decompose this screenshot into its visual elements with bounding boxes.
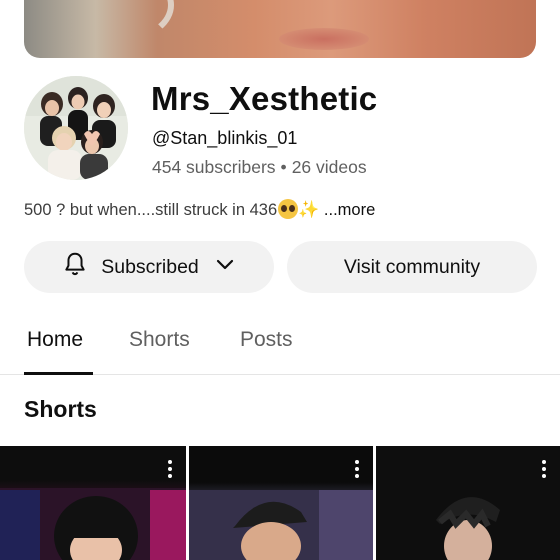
pleading-face-emoji-icon [278,199,299,219]
more-vert-icon[interactable] [542,460,546,478]
channel-avatar[interactable] [24,76,128,180]
tab-home[interactable]: Home [27,328,83,352]
tab-posts[interactable]: Posts [240,328,293,352]
short-thumbnail[interactable] [189,446,373,560]
shorts-section-title: Shorts [24,396,97,422]
channel-name: Mrs_Xesthetic [151,80,378,117]
channel-handle: @Stan_blinkis_01 [152,128,298,148]
channel-tabs: Home Shorts Posts [0,310,560,375]
subscriber-count: 454 subscribers [152,157,276,177]
active-tab-indicator [24,372,93,375]
visit-community-button[interactable]: Visit community [287,241,537,293]
chevron-down-icon [213,252,237,282]
tab-shorts[interactable]: Shorts [129,328,190,352]
more-vert-icon[interactable] [168,460,172,478]
description-text: 500 ? but when....still struck in 436 [24,201,278,219]
subscribed-label: Subscribed [101,255,199,278]
visit-community-label: Visit community [343,255,481,278]
subscribed-button[interactable]: Subscribed [24,241,274,293]
short-thumbnail[interactable] [376,446,560,560]
more-link[interactable]: ...more [324,201,375,219]
more-vert-icon[interactable] [355,460,359,478]
stats-separator: • [280,157,287,177]
channel-description[interactable]: 500 ? but when....still struck in 436 ✨ .… [24,199,375,220]
short-thumbnail[interactable] [0,446,186,560]
video-count: 26 videos [291,157,367,177]
bell-icon [61,250,89,284]
channel-banner [24,0,536,58]
channel-stats: 454 subscribers • 26 videos [152,157,367,178]
sparkles-emoji-icon: ✨ [298,200,320,219]
